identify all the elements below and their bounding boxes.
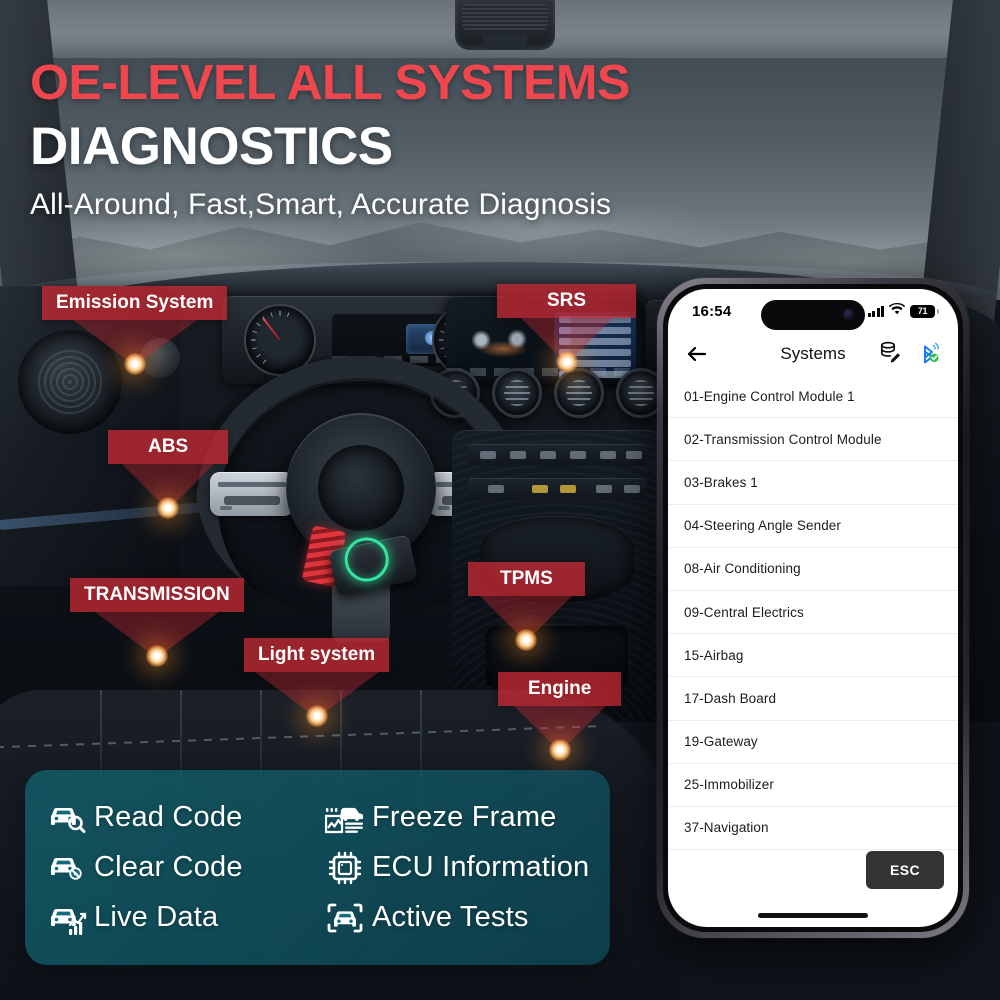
feature-freeze-frame: Freeze Frame bbox=[324, 792, 592, 842]
headline-block: OE-LEVEL ALL SYSTEMS DIAGNOSTICS All-Aro… bbox=[30, 57, 770, 222]
callout-emission-system: Emission System bbox=[42, 286, 228, 375]
feature-live-data: Live Data bbox=[47, 893, 325, 943]
callout-glow-icon bbox=[157, 497, 180, 519]
system-list-item[interactable]: 04-Steering Angle Sender bbox=[668, 505, 958, 548]
callout-label: Engine bbox=[498, 672, 622, 706]
car-clear-icon bbox=[47, 849, 87, 885]
callout-glow-icon bbox=[123, 353, 146, 375]
car-scan-icon bbox=[325, 900, 365, 936]
callout-label: Emission System bbox=[42, 286, 228, 320]
system-list-item[interactable]: 25-Immobilizer bbox=[668, 764, 958, 807]
callout-glow-icon bbox=[548, 739, 571, 761]
car-search-icon bbox=[47, 799, 87, 835]
home-indicator[interactable] bbox=[758, 913, 868, 918]
esc-button[interactable]: ESC bbox=[866, 851, 944, 889]
callout-srs: SRS bbox=[497, 284, 637, 373]
phone-screen: 16:54 71 Systems 01-Engine Control Modul… bbox=[668, 289, 958, 927]
callout-glow-icon bbox=[515, 629, 538, 651]
feature-label: Clear Code bbox=[94, 850, 243, 883]
car-bar-chart-icon bbox=[47, 900, 87, 936]
callout-label: TRANSMISSION bbox=[70, 578, 244, 612]
system-list-item[interactable]: 01-Engine Control Module 1 bbox=[668, 375, 958, 419]
feature-panel: Read Code Freeze Frame Clear Code ECU In… bbox=[25, 770, 610, 965]
status-time: 16:54 bbox=[692, 302, 732, 320]
status-bar: 16:54 71 bbox=[668, 289, 958, 333]
promo-banner: OE-LEVEL ALL SYSTEMS DIAGNOSTICS All-Aro… bbox=[0, 0, 1000, 1000]
battery-icon: 71 bbox=[910, 304, 939, 318]
callout-label: ABS bbox=[108, 430, 229, 464]
system-list-item[interactable]: 02-Transmission Control Module bbox=[668, 418, 958, 462]
callout-tpms: TPMS bbox=[468, 562, 585, 651]
feature-label: Freeze Frame bbox=[372, 800, 557, 833]
feature-active-tests: Active Tests bbox=[325, 893, 592, 943]
system-list-item[interactable]: 03-Brakes 1 bbox=[668, 461, 958, 505]
console-climate-row bbox=[468, 478, 646, 500]
system-list-item[interactable]: 19-Gateway bbox=[668, 721, 958, 764]
app-bar: Systems bbox=[668, 333, 958, 375]
phone-mockup: 16:54 71 Systems 01-Engine Control Modul… bbox=[657, 278, 969, 938]
battery-level: 71 bbox=[917, 306, 928, 316]
console-button-row bbox=[468, 444, 646, 466]
feature-ecu-information: ECU Information bbox=[325, 842, 592, 892]
feature-label: Active Tests bbox=[372, 901, 529, 934]
wifi-icon bbox=[888, 302, 906, 320]
feature-label: ECU Information bbox=[372, 850, 590, 883]
callout-glow-icon bbox=[555, 351, 578, 373]
callout-transmission: TRANSMISSION bbox=[70, 578, 244, 667]
callout-glow-icon bbox=[145, 645, 168, 667]
signal-bars-icon bbox=[867, 305, 884, 317]
database-edit-icon[interactable] bbox=[878, 340, 902, 369]
headline-secondary: DIAGNOSTICS bbox=[30, 117, 393, 177]
feature-label: Read Code bbox=[94, 800, 243, 833]
system-list-item[interactable]: 37-Navigation bbox=[668, 807, 958, 851]
feature-read-code: Read Code bbox=[47, 792, 325, 842]
system-list-item[interactable]: 15-Airbag bbox=[668, 634, 958, 678]
mirror-sensor-grill bbox=[462, 4, 548, 30]
steering-controls-left bbox=[210, 472, 294, 516]
callout-abs: ABS bbox=[108, 430, 229, 519]
callout-engine: Engine bbox=[498, 672, 622, 761]
air-vent bbox=[554, 368, 604, 418]
back-arrow-icon[interactable] bbox=[684, 341, 710, 367]
callout-glow-icon bbox=[305, 705, 328, 727]
car-chart-report-icon bbox=[324, 799, 365, 835]
callout-label: Light system bbox=[244, 638, 390, 672]
headline-primary: OE-LEVEL ALL SYSTEMS bbox=[30, 56, 630, 110]
callout-light-system: Light system bbox=[244, 638, 390, 727]
system-list-item[interactable]: 17-Dash Board bbox=[668, 677, 958, 721]
system-list-item[interactable]: 08-Air Conditioning bbox=[668, 548, 958, 591]
callout-label: SRS bbox=[497, 284, 637, 318]
cpu-chip-icon bbox=[325, 849, 365, 885]
feature-clear-code: Clear Code bbox=[47, 842, 325, 892]
feature-label: Live Data bbox=[94, 901, 219, 934]
system-list[interactable]: 01-Engine Control Module 1 02-Transmissio… bbox=[668, 375, 958, 851]
headline-subtitle: All-Around, Fast,Smart, Accurate Diagnos… bbox=[30, 187, 612, 221]
system-list-item[interactable]: 09-Central Electrics bbox=[668, 591, 958, 635]
callout-label: TPMS bbox=[468, 562, 585, 596]
bluetooth-connected-icon[interactable] bbox=[916, 340, 940, 369]
